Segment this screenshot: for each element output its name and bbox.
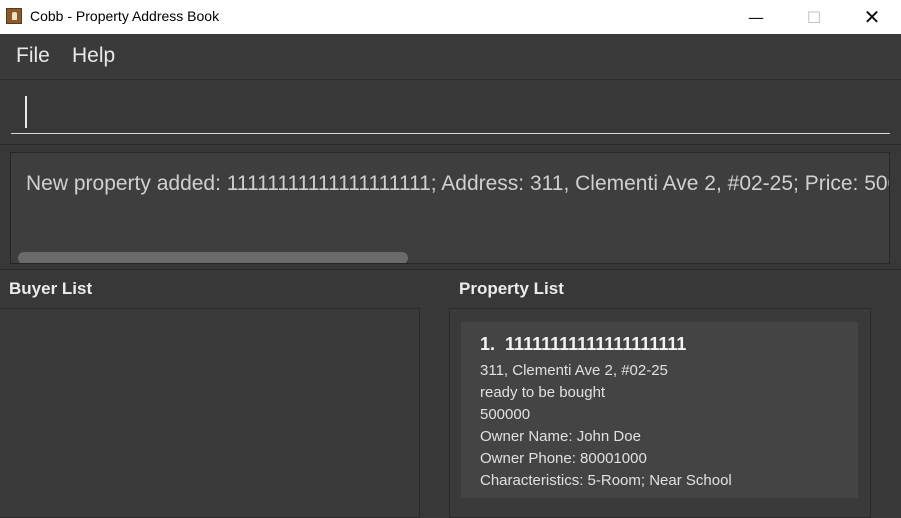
property-name: 11111111111111111111 <box>505 334 687 354</box>
property-owner-phone: Owner Phone: 80001000 <box>480 450 647 467</box>
app-icon <box>6 8 22 24</box>
result-display-area: New property added: 11111111111111111111… <box>0 144 901 270</box>
command-box <box>0 80 901 143</box>
property-card-title: 1. 11111111111111111111 <box>480 334 686 355</box>
property-price: 500000 <box>480 406 531 423</box>
buyer-list[interactable] <box>0 308 420 518</box>
property-owner-name: Owner Name: John Doe <box>480 428 641 445</box>
result-message: New property added: 11111111111111111111… <box>26 172 890 195</box>
menu-help[interactable]: Help <box>72 44 115 68</box>
property-list-title: Property List <box>459 279 564 298</box>
menu-bar: File Help <box>0 35 901 80</box>
minimize-button[interactable]: — <box>733 0 779 34</box>
property-address: 311, Clementi Ave 2, #02-25 <box>480 362 668 379</box>
close-button[interactable]: ✕ <box>849 0 895 34</box>
property-status: ready to be bought <box>480 384 606 401</box>
maximize-button[interactable]: ☐ <box>791 0 837 34</box>
horizontal-scrollbar[interactable] <box>18 252 408 263</box>
result-display[interactable]: New property added: 11111111111111111111… <box>10 152 890 264</box>
property-card[interactable]: 1. 11111111111111111111 311, Clementi Av… <box>461 322 858 498</box>
property-index: 1. <box>480 334 496 354</box>
text-caret <box>25 96 27 128</box>
property-characteristics: Characteristics: 5-Room; Near School <box>480 472 732 489</box>
title-bar: Cobb - Property Address Book — ☐ ✕ <box>0 0 901 34</box>
property-list[interactable]: 1. 11111111111111111111 311, Clementi Av… <box>449 308 871 518</box>
window-title: Cobb - Property Address Book <box>30 8 220 24</box>
buyer-list-title: Buyer List <box>9 279 93 298</box>
menu-file[interactable]: File <box>16 44 50 68</box>
command-input[interactable] <box>11 90 890 134</box>
